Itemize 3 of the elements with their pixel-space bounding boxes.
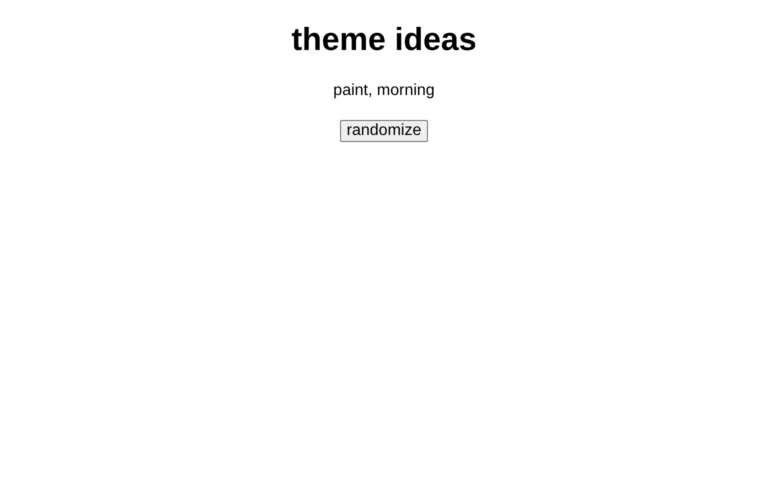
randomize-button[interactable]: randomize [340,120,428,142]
page-title: theme ideas [292,21,476,58]
theme-ideas-text: paint, morning [333,82,435,100]
